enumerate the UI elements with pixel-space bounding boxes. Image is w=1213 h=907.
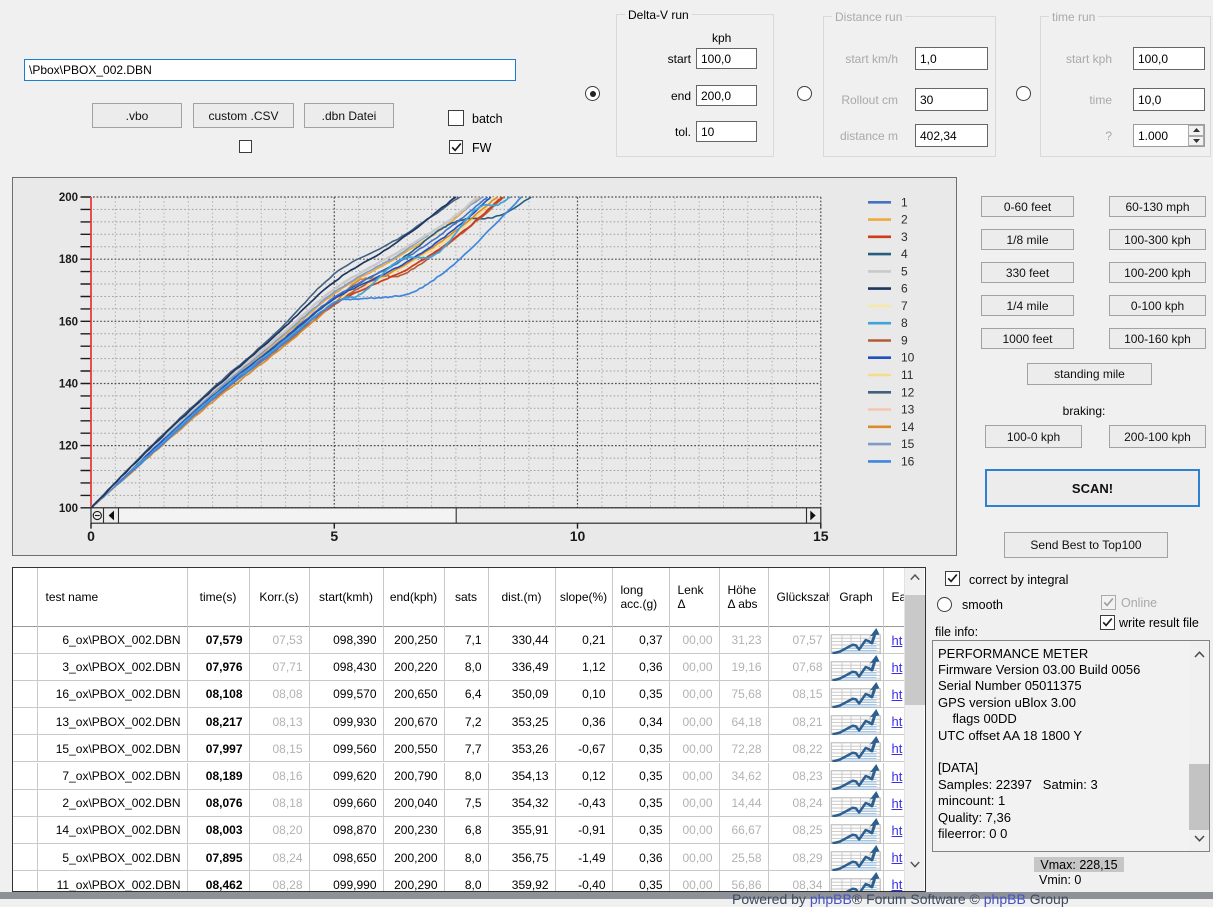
svg-text:11: 11 [901,368,914,382]
svg-text:100: 100 [59,503,78,515]
svg-text:14: 14 [901,420,915,434]
svg-text:12: 12 [901,385,915,399]
svg-text:5: 5 [901,264,908,278]
svg-text:10: 10 [570,528,586,544]
svg-text:140: 140 [59,379,78,391]
svg-text:15: 15 [813,528,829,544]
svg-text:15: 15 [901,437,915,451]
svg-text:0: 0 [87,528,95,544]
svg-text:3: 3 [901,230,908,244]
svg-text:6: 6 [901,282,908,296]
svg-text:16: 16 [901,454,915,468]
svg-text:5: 5 [330,528,338,544]
svg-text:4: 4 [901,247,908,261]
svg-text:7: 7 [901,299,908,313]
svg-text:120: 120 [59,441,78,453]
svg-text:180: 180 [59,254,78,266]
svg-text:10: 10 [901,351,915,365]
svg-text:1: 1 [901,195,908,209]
svg-text:160: 160 [59,316,78,328]
svg-text:13: 13 [901,403,915,417]
svg-text:9: 9 [901,334,908,348]
svg-text:2: 2 [901,213,908,227]
svg-text:200: 200 [59,192,78,204]
svg-text:8: 8 [901,316,908,330]
